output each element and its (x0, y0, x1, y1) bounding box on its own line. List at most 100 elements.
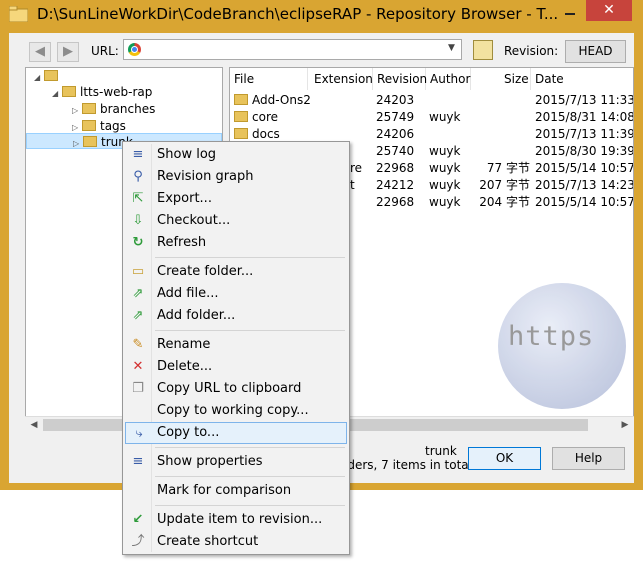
rename-icon: ✎ (132, 337, 144, 352)
column-header-date[interactable]: Date (531, 68, 633, 90)
file-name: Add-Ons2 (234, 92, 311, 109)
extension-cell: re (350, 161, 363, 175)
collapsed-icon[interactable]: ▷ (72, 103, 82, 119)
folder-icon (62, 86, 76, 97)
date-cell: 2015/7/13 11:33:2 (535, 93, 634, 107)
folder-icon (82, 103, 96, 114)
tree-item-root[interactable]: ◢ (34, 68, 62, 84)
date-cell: 2015/5/14 10:57:1 (535, 195, 634, 209)
file-name: core (234, 109, 278, 126)
menu-separator (155, 505, 345, 506)
menu-separator (155, 257, 345, 258)
revision-label: Revision: (504, 44, 559, 58)
menu-item-show-properties[interactable]: ≡ Show properties (125, 451, 347, 473)
show-log-icon: ≡ (132, 147, 144, 162)
add-folder-icon: ⇗ (132, 308, 144, 323)
back-arrow-icon: ◀ (35, 44, 45, 59)
status-summary: lders, 7 items in total (344, 458, 472, 472)
menu-item-rename[interactable]: ✎ Rename (125, 334, 347, 356)
create-folder-icon: ▭ (131, 264, 145, 279)
close-button[interactable]: ✕ (586, 0, 632, 21)
context-menu: ≡ Show log ⚲ Revision graph ⇱ Export... ⇩ Ch… (122, 141, 350, 555)
browse-folder-button[interactable] (473, 40, 493, 60)
add-file-icon: ⇗ (132, 286, 144, 301)
forward-button[interactable]: ▶ (57, 42, 79, 62)
column-header-author[interactable]: Author (426, 68, 471, 90)
menu-item-copy-to[interactable]: ⤷ Copy to... (125, 422, 347, 444)
copy-to-icon: ⤷ (135, 426, 143, 441)
menu-item-show-log[interactable]: ≡ Show log (125, 144, 347, 166)
author-cell: wuyk (429, 195, 461, 209)
expanded-icon[interactable]: ◢ (34, 70, 44, 86)
tree-item[interactable]: ▷ branches (72, 101, 155, 117)
author-cell: wuyk (429, 110, 461, 124)
revision-cell: 22968 (376, 195, 415, 209)
menu-item-copy-to-working-copy[interactable]: Copy to working copy... (125, 400, 347, 422)
date-cell: 2015/8/31 14:08:3 (535, 110, 634, 124)
watermark-logo: https (498, 283, 626, 409)
menu-item-add-file[interactable]: ⇗ Add file... (125, 283, 347, 305)
revision-cell: 25740 (376, 144, 415, 158)
tree-item-label: ltts-web-rap (80, 85, 153, 99)
menu-item-add-folder[interactable]: ⇗ Add folder... (125, 305, 347, 327)
head-revision-button[interactable]: HEAD (565, 40, 626, 63)
tree-item-label: branches (100, 102, 156, 116)
date-cell: 2015/7/13 11:39:2 (535, 127, 634, 141)
date-cell: 2015/7/13 14:23:1 (535, 178, 634, 192)
menu-item-refresh[interactable]: ↻ Refresh (125, 232, 347, 254)
folder-icon (44, 70, 58, 81)
checkout-icon: ⇩ (132, 213, 144, 228)
help-button[interactable]: Help (552, 447, 625, 470)
folder-icon (234, 128, 248, 139)
title-bar[interactable]: D:\SunLineWorkDir\CodeBranch\eclipseRAP … (0, 0, 643, 30)
menu-item-create-shortcut[interactable]: ⤴ Create shortcut (125, 531, 347, 553)
folder-icon (82, 120, 96, 131)
menu-item-update-to-revision[interactable]: ↙ Update item to revision... (125, 509, 347, 531)
author-cell: wuyk (429, 144, 461, 158)
ok-button[interactable]: OK (468, 447, 541, 470)
url-label: URL: (91, 44, 119, 58)
size-cell: 204 字节 (479, 195, 530, 209)
scroll-left-icon[interactable]: ◀ (27, 418, 41, 432)
properties-icon: ≡ (132, 454, 144, 469)
column-header-revision[interactable]: Revision (373, 68, 427, 90)
column-header-size[interactable]: Size (471, 68, 531, 90)
chevron-down-icon[interactable]: ▼ (448, 43, 458, 55)
menu-item-copy-url[interactable]: ❐ Copy URL to clipboard (125, 378, 347, 400)
size-cell: 207 字节 (479, 178, 530, 192)
back-button[interactable]: ◀ (29, 42, 51, 62)
menu-separator (155, 476, 345, 477)
revision-graph-icon: ⚲ (133, 169, 143, 184)
forward-arrow-icon: ▶ (63, 44, 73, 59)
tree-item[interactable]: ◢ ltts-web-rap (52, 84, 152, 100)
refresh-icon: ↻ (132, 235, 144, 250)
folder-icon (234, 111, 248, 122)
date-cell: 2015/8/30 19:39:1 (535, 144, 634, 158)
tree-item[interactable]: ▷ tags (72, 118, 126, 134)
toolbar: ◀ ▶ URL: ▼ Revision: HEAD (9, 33, 634, 67)
extension-cell: t (350, 178, 355, 192)
menu-item-create-folder[interactable]: ▭ Create folder... (125, 261, 347, 283)
menu-item-mark-for-comparison[interactable]: Mark for comparison (125, 480, 347, 502)
column-header-file[interactable]: File (230, 68, 308, 90)
shortcut-icon: ⤴ (131, 534, 145, 549)
scroll-right-icon[interactable]: ▶ (618, 418, 632, 432)
folder-icon (83, 136, 97, 147)
collapsed-icon[interactable]: ▷ (73, 136, 83, 152)
menu-item-delete[interactable]: ✕ Delete... (125, 356, 347, 378)
watermark-text: https (508, 321, 595, 352)
tree-item-label: tags (100, 119, 126, 133)
revision-cell: 22968 (376, 161, 415, 175)
expanded-icon[interactable]: ◢ (52, 86, 62, 102)
update-icon: ↙ (132, 512, 144, 527)
menu-item-checkout[interactable]: ⇩ Checkout... (125, 210, 347, 232)
revision-cell: 25749 (376, 110, 415, 124)
menu-item-revision-graph[interactable]: ⚲ Revision graph (125, 166, 347, 188)
url-input[interactable]: ▼ (123, 39, 462, 60)
minimize-button[interactable] (556, 1, 584, 21)
revision-cell: 24206 (376, 127, 415, 141)
menu-item-export[interactable]: ⇱ Export... (125, 188, 347, 210)
window-title: D:\SunLineWorkDir\CodeBranch\eclipseRAP … (37, 5, 559, 23)
column-header-extension[interactable]: Extension (310, 68, 373, 90)
revision-cell: 24212 (376, 178, 415, 192)
